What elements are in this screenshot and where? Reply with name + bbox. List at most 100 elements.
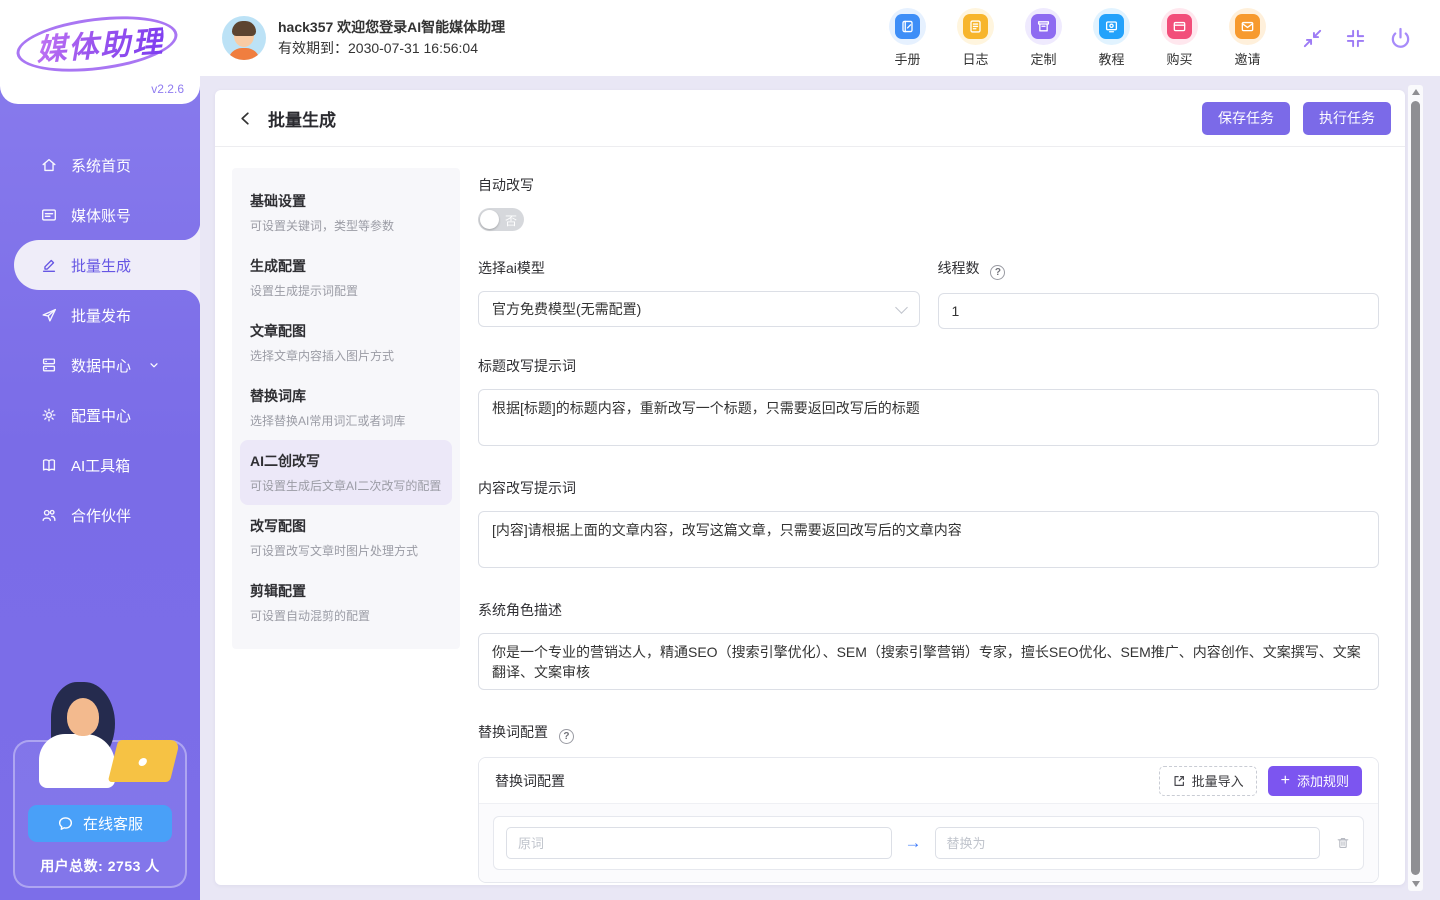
- topbar: hack357 欢迎您登录AI智能媒体助理 有效期到：2030-07-31 16…: [200, 0, 1440, 76]
- user-info: hack357 欢迎您登录AI智能媒体助理 有效期到：2030-07-31 16…: [278, 17, 505, 59]
- toggle-knob: [480, 210, 499, 229]
- quick-link-manual[interactable]: 手册: [884, 8, 931, 68]
- replace-card-header: 替换词配置 批量导入 +: [479, 758, 1378, 804]
- toggle-off-text: 否: [505, 212, 517, 229]
- title-prompt-textarea[interactable]: 根据[标题]的标题内容，重新改写一个标题，只需要返回改写后的标题: [478, 389, 1379, 446]
- settings-nav-generate[interactable]: 生成配置 设置生成提示词配置: [240, 245, 452, 310]
- sidebar-item-label: 配置中心: [71, 405, 131, 426]
- system-role-label: 系统角色描述: [478, 600, 1379, 620]
- sidebar-item-batch-publish[interactable]: 批量发布: [0, 290, 200, 340]
- settings-nav-clip-config[interactable]: 剪辑配置 可设置自动混剪的配置: [240, 570, 452, 635]
- system-role-field: 系统角色描述 你是一个专业的营销达人，精通SEO（搜索引擎优化）、SEM（搜索引…: [478, 600, 1379, 695]
- settings-nav-article-images[interactable]: 文章配图 选择文章内容插入图片方式: [240, 310, 452, 375]
- welcome-text: hack357 欢迎您登录AI智能媒体助理: [278, 17, 505, 38]
- customer-service-card: 在线客服 用户总数: 2753 人: [13, 740, 187, 888]
- quick-link-log[interactable]: 日志: [952, 8, 999, 68]
- save-task-button[interactable]: 保存任务: [1202, 102, 1290, 135]
- collapse-icon[interactable]: [1301, 27, 1324, 50]
- model-thread-row: 选择ai模型 官方免费模型(无需配置) 线程数 ?: [478, 258, 1379, 329]
- quick-link-tutorial[interactable]: 教程: [1088, 8, 1135, 68]
- run-task-button[interactable]: 执行任务: [1303, 102, 1391, 135]
- help-icon[interactable]: ?: [990, 265, 1005, 280]
- send-icon: [40, 306, 58, 324]
- sidebar-item-data-center[interactable]: 数据中心: [0, 340, 200, 390]
- support-agent-illustration: [25, 682, 175, 792]
- delete-icon[interactable]: [1335, 835, 1351, 851]
- quick-link-invite[interactable]: 邀请: [1224, 8, 1271, 68]
- compress-icon[interactable]: [1344, 27, 1367, 50]
- replace-words-field: 替换词配置 ? 替换词配置: [478, 722, 1379, 883]
- help-icon[interactable]: ?: [559, 729, 574, 744]
- log-icon: [957, 8, 994, 45]
- home-icon: [40, 156, 58, 174]
- sidebar-nav: 系统首页 媒体账号 批量生成 批量发布: [0, 140, 200, 540]
- main-content: 批量生成 保存任务 执行任务 基础设置 可设置关键词，类型等参数 生成配置 设置…: [200, 76, 1440, 900]
- scrollbar-thumb[interactable]: [1411, 101, 1420, 875]
- import-icon: [1172, 774, 1186, 788]
- ai-model-label: 选择ai模型: [478, 258, 920, 278]
- back-button[interactable]: [237, 110, 254, 127]
- sidebar-item-label: AI工具箱: [71, 455, 130, 476]
- threads-field: 线程数 ?: [938, 258, 1380, 329]
- quick-link-custom[interactable]: 定制: [1020, 8, 1067, 68]
- settings-nav-replace-thesaurus[interactable]: 替换词库 选择替换AI常用词汇或者词库: [240, 375, 452, 440]
- content-prompt-textarea[interactable]: [内容]请根据上面的文章内容，改写这篇文章，只需要返回改写后的文章内容: [478, 511, 1379, 568]
- expiry-text: 有效期到：2030-07-31 16:56:04: [278, 38, 505, 59]
- settings-nav: 基础设置 可设置关键词，类型等参数 生成配置 设置生成提示词配置 文章配图 选择…: [232, 168, 460, 649]
- replace-rule-row: →: [493, 816, 1364, 870]
- sidebar-item-media-accounts[interactable]: 媒体账号: [0, 190, 200, 240]
- ai-model-value: 官方免费模型(无需配置): [492, 299, 641, 319]
- power-icon[interactable]: [1387, 25, 1414, 52]
- threads-input[interactable]: [938, 293, 1380, 329]
- window-controls: [1301, 25, 1414, 52]
- add-rule-button[interactable]: + 添加规则: [1268, 766, 1362, 796]
- page-header: 批量生成 保存任务 执行任务: [215, 90, 1405, 147]
- sidebar-item-label: 批量发布: [71, 305, 131, 326]
- scroll-up-arrow[interactable]: [1412, 89, 1420, 95]
- sidebar-item-ai-toolbox[interactable]: AI工具箱: [0, 440, 200, 490]
- ai-model-field: 选择ai模型 官方免费模型(无需配置): [478, 258, 920, 329]
- origin-word-input[interactable]: [506, 827, 892, 859]
- sidebar-item-config-center[interactable]: 配置中心: [0, 390, 200, 440]
- avatar[interactable]: [222, 16, 266, 60]
- content-prompt-label: 内容改写提示词: [478, 478, 1379, 498]
- settings-nav-rewrite-images[interactable]: 改写配图 可设置改写文章时图片处理方式: [240, 505, 452, 570]
- replace-card-title: 替换词配置: [495, 771, 565, 791]
- settings-nav-basic[interactable]: 基础设置 可设置关键词，类型等参数: [240, 180, 452, 245]
- content-prompt-field: 内容改写提示词 [内容]请根据上面的文章内容，改写这篇文章，只需要返回改写后的文…: [478, 478, 1379, 573]
- sidebar-item-home[interactable]: 系统首页: [0, 140, 200, 190]
- settings-nav-ai-rewrite[interactable]: AI二创改写 可设置生成后文章AI二次改写的配置: [240, 440, 452, 505]
- plus-icon: +: [1281, 773, 1290, 789]
- replace-words-card: 替换词配置 批量导入 +: [478, 757, 1379, 883]
- batch-generate-card: 批量生成 保存任务 执行任务 基础设置 可设置关键词，类型等参数 生成配置 设置…: [215, 90, 1405, 885]
- gear-icon: [40, 406, 58, 424]
- auto-rewrite-field: 自动改写 否: [478, 175, 1379, 231]
- batch-import-button[interactable]: 批量导入: [1159, 766, 1257, 796]
- scrollbar[interactable]: [1408, 85, 1423, 891]
- page-title: 批量生成: [268, 106, 336, 131]
- sidebar-item-label: 数据中心: [71, 355, 131, 376]
- scroll-down-arrow[interactable]: [1412, 881, 1420, 887]
- tutorial-icon: [1093, 8, 1130, 45]
- card-body: 基础设置 可设置关键词，类型等参数 生成配置 设置生成提示词配置 文章配图 选择…: [215, 147, 1405, 885]
- app-logo-text: 媒体助理: [35, 17, 166, 70]
- sidebar-item-label: 合作伙伴: [71, 505, 131, 526]
- chevron-down-icon: [148, 359, 160, 371]
- replace-with-input[interactable]: [935, 827, 1321, 859]
- quick-link-purchase[interactable]: 购买: [1156, 8, 1203, 68]
- online-support-button[interactable]: 在线客服: [28, 805, 172, 842]
- title-prompt-field: 标题改写提示词 根据[标题]的标题内容，重新改写一个标题，只需要返回改写后的标题: [478, 356, 1379, 451]
- header-actions: 保存任务 执行任务: [1202, 102, 1391, 135]
- edit-pencil-icon: [40, 256, 58, 274]
- auto-rewrite-toggle[interactable]: 否: [478, 208, 524, 231]
- replace-card-body: →: [479, 804, 1378, 882]
- sidebar-item-partners[interactable]: 合作伙伴: [0, 490, 200, 540]
- replace-words-label: 替换词配置: [478, 724, 548, 740]
- system-role-textarea[interactable]: 你是一个专业的营销达人，精通SEO（搜索引擎优化）、SEM（搜索引擎营销）专家，…: [478, 633, 1379, 690]
- ai-model-select[interactable]: 官方免费模型(无需配置): [478, 291, 920, 327]
- title-prompt-label: 标题改写提示词: [478, 356, 1379, 376]
- online-support-label: 在线客服: [83, 813, 143, 834]
- sidebar-item-label: 媒体账号: [71, 205, 131, 226]
- purchase-icon: [1161, 8, 1198, 45]
- sidebar-item-batch-generate[interactable]: 批量生成: [14, 240, 200, 290]
